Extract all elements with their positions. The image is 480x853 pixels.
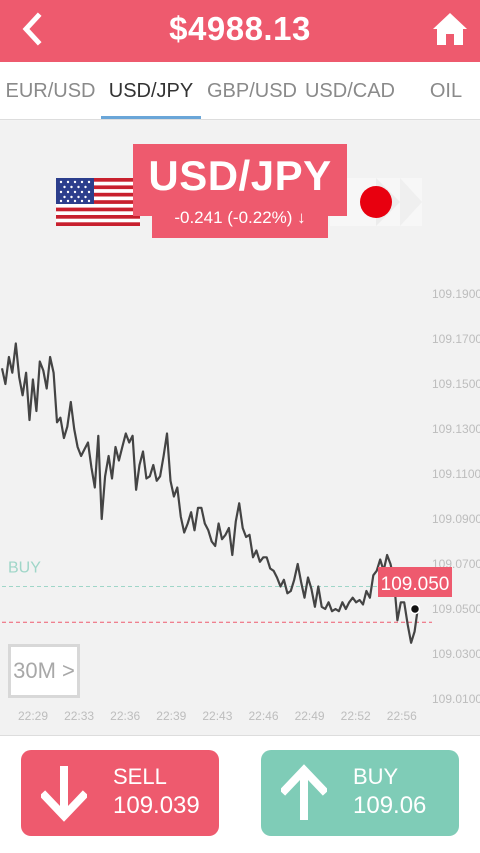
- tab-oil[interactable]: OIL: [412, 62, 480, 120]
- y-tick-label: 109.0300: [432, 647, 480, 661]
- active-tab-indicator: [101, 116, 201, 119]
- tab-eur-usd[interactable]: EUR/USD: [0, 62, 101, 120]
- instrument-tabs: EUR/USD USD/JPY GBP/USD USD/CAD OIL: [0, 62, 480, 120]
- tab-usd-jpy[interactable]: USD/JPY: [101, 62, 201, 120]
- y-tick-label: 109.0500: [432, 602, 480, 616]
- current-price-label: 109.050: [381, 574, 450, 595]
- header: $4988.13: [0, 0, 480, 62]
- x-tick-label: 22:33: [64, 709, 94, 723]
- sell-price: 109.039: [113, 792, 200, 819]
- x-tick-label: 22:39: [156, 709, 186, 723]
- tab-usd-cad[interactable]: USD/CAD: [303, 62, 397, 120]
- account-balance: $4988.13: [169, 10, 311, 47]
- x-tick-label: 22:52: [341, 709, 371, 723]
- tab-gbp-usd[interactable]: GBP/USD: [201, 62, 303, 120]
- y-tick-label: 109.1700: [432, 332, 480, 346]
- y-tick-label: 109.1500: [432, 377, 480, 391]
- trade-bar: SELL 109.039 BUY 109.06: [0, 735, 480, 853]
- pair-name: USD/JPY: [148, 152, 332, 199]
- chart-area: 109.1900 109.1700 109.1500 109.1300 109.1100…: [0, 121, 480, 735]
- buy-price: 109.06: [353, 792, 427, 819]
- x-tick-label: 22:46: [248, 709, 278, 723]
- home-button[interactable]: [430, 10, 470, 50]
- buy-button[interactable]: BUY 109.06: [261, 750, 459, 836]
- x-tick-label: 22:29: [18, 709, 48, 723]
- x-tick-label: 22:43: [202, 709, 232, 723]
- current-price-dot: [409, 603, 421, 615]
- y-tick-label: 109.1300: [432, 422, 480, 436]
- sell-label: SELL: [113, 764, 167, 789]
- trading-screen: $4988.13 EUR/USD USD/JPY GBP/USD USD/CAD…: [0, 0, 480, 853]
- x-tick-label: 22:36: [110, 709, 140, 723]
- y-tick-label: 109.0900: [432, 512, 480, 526]
- home-icon: [433, 13, 467, 45]
- y-tick-label: 109.1900: [432, 287, 480, 301]
- sell-button[interactable]: SELL 109.039: [21, 750, 219, 836]
- buy-level-label: BUY: [8, 560, 41, 577]
- pair-title-box: USD/JPY: [133, 144, 347, 216]
- arrow-up-icon: [281, 764, 327, 820]
- us-flag-icon: [56, 178, 140, 226]
- x-tick-label: 22:56: [387, 709, 417, 723]
- pair-change-text: -0.241 (-0.22%) ↓: [174, 208, 306, 227]
- x-tick-label: 22:49: [295, 709, 325, 723]
- arrow-down-icon: [41, 766, 87, 822]
- price-series-line: [0, 342, 420, 644]
- y-tick-label: 109.1100: [432, 467, 480, 481]
- y-tick-label: 109.0100: [432, 692, 480, 706]
- buy-label: BUY: [353, 764, 399, 789]
- pair-change: -0.241 (-0.22%) ↓: [152, 209, 328, 238]
- interval-selector[interactable]: 30M >: [8, 644, 80, 698]
